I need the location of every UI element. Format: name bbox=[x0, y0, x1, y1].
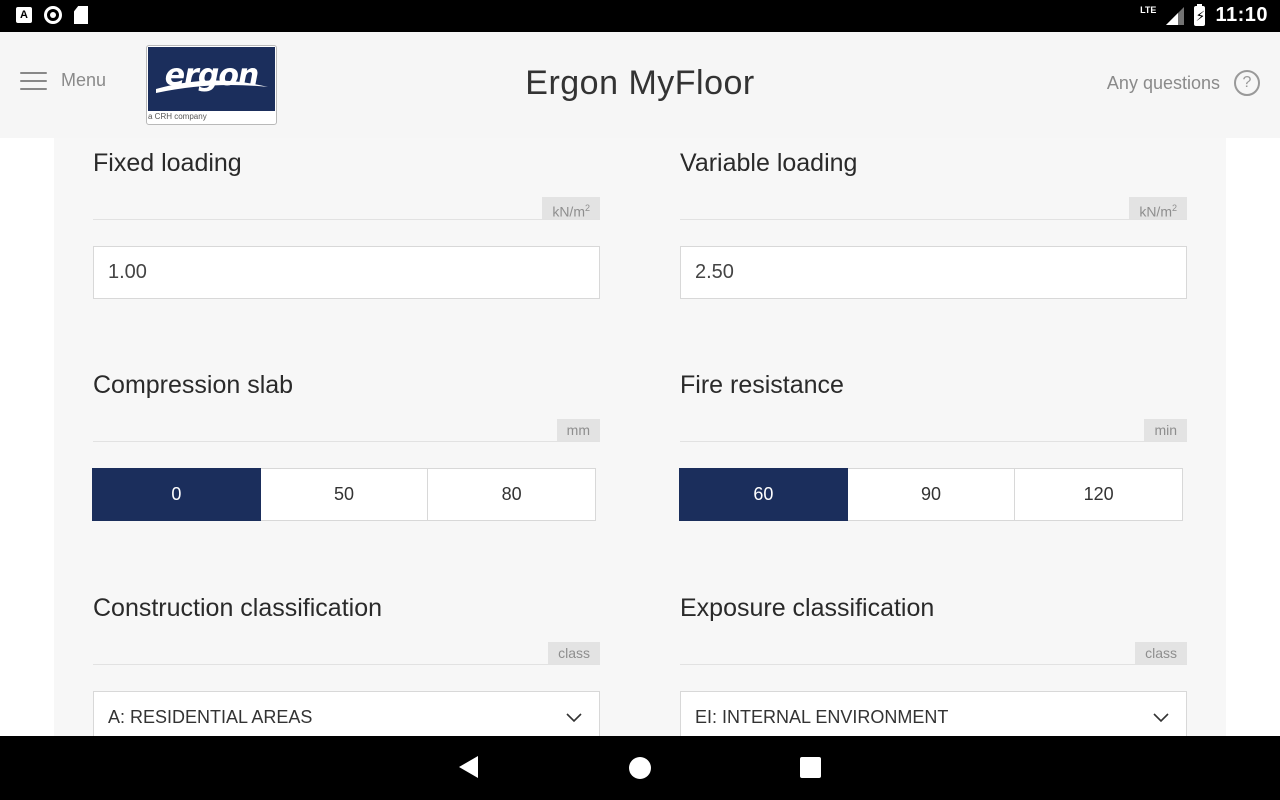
sd-card-icon bbox=[74, 6, 88, 24]
app-notification-icon: A bbox=[16, 7, 32, 23]
unit-row: min bbox=[680, 419, 1187, 442]
fire-resistance-option-60[interactable]: 60 bbox=[679, 468, 848, 521]
fire-resistance-option-90[interactable]: 90 bbox=[847, 468, 1016, 521]
unit-badge: mm bbox=[556, 419, 600, 441]
compression-slab-option-0[interactable]: 0 bbox=[92, 468, 261, 521]
selected-value: A: RESIDENTIAL AREAS bbox=[108, 707, 313, 727]
logo-subtext: a CRH company bbox=[148, 112, 207, 121]
fire-resistance-selector: 60 90 120 bbox=[679, 468, 1184, 521]
compression-slab-title: Compression slab bbox=[93, 371, 294, 399]
help-label: Any questions bbox=[1106, 72, 1220, 93]
chevron-down-icon bbox=[1153, 713, 1169, 723]
clock: 11:10 bbox=[1215, 4, 1268, 26]
unit-row: mm bbox=[93, 419, 600, 442]
unit-badge: kN/m2 bbox=[1129, 197, 1187, 220]
exposure-classification-title: Exposure classification bbox=[680, 594, 935, 622]
recent-apps-icon[interactable] bbox=[800, 757, 821, 778]
network-type-label: LTE bbox=[1140, 4, 1157, 15]
compression-slab-option-80[interactable]: 80 bbox=[428, 468, 597, 521]
floor-parameters-form: Fixed loading kN/m2 1.00 Variable loadin… bbox=[54, 138, 1226, 744]
status-bar-notifications: A bbox=[16, 6, 88, 24]
compression-slab-selector: 0 50 80 bbox=[92, 468, 597, 521]
fixed-loading-title: Fixed loading bbox=[93, 149, 242, 177]
battery-icon: ⚡ bbox=[1194, 3, 1206, 26]
construction-classification-title: Construction classification bbox=[93, 594, 383, 622]
fire-resistance-option-120[interactable]: 120 bbox=[1015, 468, 1184, 521]
variable-loading-title: Variable loading bbox=[680, 149, 858, 177]
home-icon[interactable] bbox=[629, 757, 651, 779]
fire-resistance-title: Fire resistance bbox=[680, 371, 844, 399]
chevron-down-icon bbox=[566, 713, 582, 723]
status-bar: A LTE ⚡ 11:10 bbox=[0, 0, 1280, 32]
record-notification-icon bbox=[44, 6, 62, 24]
unit-badge: kN/m2 bbox=[542, 197, 600, 220]
page-title: Ergon MyFloor bbox=[525, 64, 755, 102]
fixed-loading-input[interactable]: 1.00 bbox=[93, 246, 600, 299]
selected-value: EI: INTERNAL ENVIRONMENT bbox=[695, 707, 949, 727]
system-navigation-bar bbox=[0, 736, 1280, 800]
variable-loading-input[interactable]: 2.50 bbox=[680, 246, 1187, 299]
unit-row: kN/m2 bbox=[680, 197, 1187, 220]
unit-row: class bbox=[680, 642, 1187, 665]
unit-badge: class bbox=[548, 642, 600, 664]
app-header: Menu ergon a CRH company Ergon MyFloor A… bbox=[0, 32, 1280, 138]
help-button[interactable]: Any questions ? bbox=[1107, 70, 1260, 96]
compression-slab-option-50[interactable]: 50 bbox=[260, 468, 429, 521]
back-icon[interactable] bbox=[459, 756, 478, 778]
signal-icon bbox=[1166, 6, 1185, 25]
status-bar-system: LTE ⚡ 11:10 bbox=[1140, 3, 1268, 27]
question-icon: ? bbox=[1234, 70, 1260, 96]
unit-row: class bbox=[93, 642, 600, 665]
unit-badge: min bbox=[1144, 419, 1187, 441]
unit-row: kN/m2 bbox=[93, 197, 600, 220]
unit-badge: class bbox=[1135, 642, 1187, 664]
